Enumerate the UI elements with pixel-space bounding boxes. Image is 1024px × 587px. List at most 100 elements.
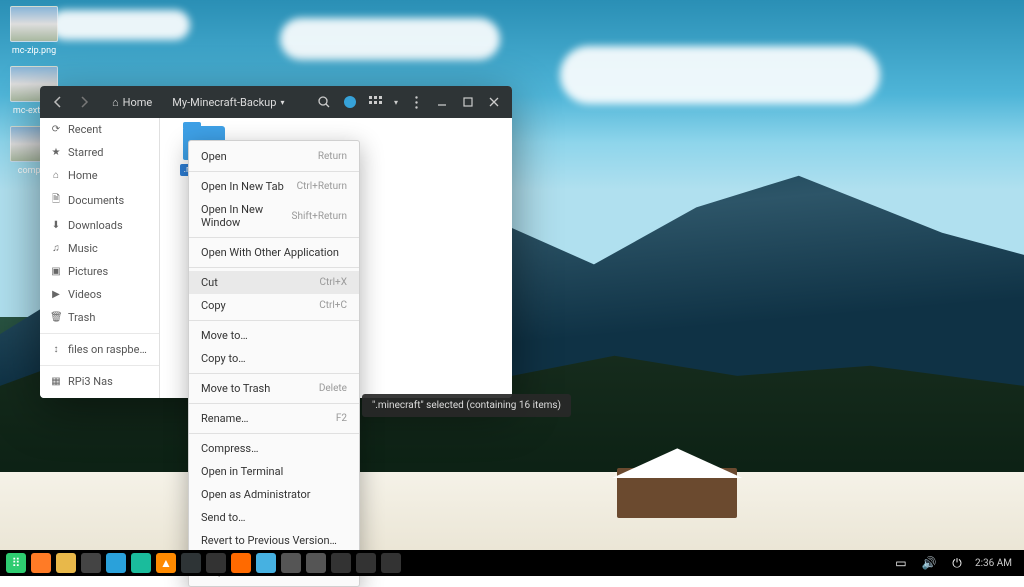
menu-separator: [189, 403, 359, 404]
taskbar-app-a[interactable]: [231, 553, 251, 573]
menu-item-label: Open In New Window: [201, 203, 292, 229]
chevron-down-icon: ▾: [280, 98, 284, 107]
menu-item-move-to[interactable]: Move to…: [189, 324, 359, 347]
sidebar-item-icon: ⌂: [50, 170, 62, 181]
menu-item-send-to[interactable]: Send to…: [189, 506, 359, 529]
menu-item-compress[interactable]: Compress…: [189, 437, 359, 460]
power-icon[interactable]: ⏻: [947, 553, 967, 573]
sidebar-item-label: files on raspbe…: [68, 343, 147, 356]
sidebar-item-music[interactable]: ♫ Music: [40, 237, 159, 260]
menu-item-accelerator: F2: [336, 413, 347, 424]
menu-item-label: Copy: [201, 299, 226, 312]
sidebar-item-videos[interactable]: ▶ Videos: [40, 283, 159, 306]
menu-item-open-in-new-window[interactable]: Open In New WindowShift+Return: [189, 198, 359, 234]
menu-item-move-to-trash[interactable]: Move to TrashDelete: [189, 377, 359, 400]
taskbar-start-menu[interactable]: ⠿: [6, 553, 26, 573]
sidebar-item-icon: ★: [50, 147, 62, 158]
menu-item-label: Revert to Previous Version…: [201, 534, 337, 547]
hamburger-menu-button[interactable]: [404, 90, 428, 114]
taskbar-steam[interactable]: [206, 553, 226, 573]
breadcrumb: ⌂ Home My-Minecraft-Backup ▾: [98, 93, 298, 112]
taskbar-app-e[interactable]: [331, 553, 351, 573]
breadcrumb-home[interactable]: ⌂ Home: [104, 93, 160, 112]
sidebar-item-label: Videos: [68, 288, 102, 301]
account-dot-icon: [344, 96, 356, 108]
close-button[interactable]: [482, 90, 506, 114]
sidebar-item-icon: ▶: [50, 289, 62, 300]
view-toggle-button[interactable]: [364, 90, 388, 114]
menu-separator: [189, 267, 359, 268]
sidebar-item-starred[interactable]: ★Starred: [40, 141, 159, 164]
menu-item-accelerator: Delete: [319, 383, 347, 394]
taskbar-app-f[interactable]: [356, 553, 376, 573]
menu-separator: [189, 171, 359, 172]
account-indicator[interactable]: [338, 90, 362, 114]
menu-item-label: Open: [201, 150, 227, 163]
menu-item-rename[interactable]: Rename…F2: [189, 407, 359, 430]
sidebar-item-files-on-raspbe-[interactable]: ↕ files on raspbe…: [40, 338, 159, 361]
taskbar-telegram[interactable]: [106, 553, 126, 573]
menu-item-label: Copy to…: [201, 352, 246, 365]
selection-toast: ".minecraft" selected (containing 16 ite…: [362, 394, 571, 417]
view-dropdown-button[interactable]: ▾: [390, 90, 402, 114]
taskbar-app-d[interactable]: [306, 553, 326, 573]
sidebar-separator: [40, 333, 159, 334]
taskbar-firefox[interactable]: [31, 553, 51, 573]
show-desktop-icon[interactable]: ▭: [891, 553, 911, 573]
menu-item-revert-to-previous-version[interactable]: Revert to Previous Version…: [189, 529, 359, 552]
sidebar-item-icon: ⟳: [50, 124, 62, 135]
menu-item-open-as-administrator[interactable]: Open as Administrator: [189, 483, 359, 506]
file-manager-header: ⌂ Home My-Minecraft-Backup ▾ ▾: [40, 86, 512, 118]
sidebar-item-trash[interactable]: 🗑Trash: [40, 306, 159, 329]
breadcrumb-folder[interactable]: My-Minecraft-Backup ▾: [164, 93, 292, 112]
sidebar-item-rpi3-nas[interactable]: ▦RPi3 Nas: [40, 370, 159, 393]
taskbar-files-app[interactable]: [181, 553, 201, 573]
menu-item-open-in-new-tab[interactable]: Open In New TabCtrl+Return: [189, 175, 359, 198]
sidebar-item-pictures[interactable]: ▣Pictures: [40, 260, 159, 283]
taskbar-vlc[interactable]: ▲: [156, 553, 176, 573]
sidebar-item-icon: 🗑: [50, 312, 62, 323]
clock[interactable]: 2:36 AM: [975, 558, 1012, 569]
taskbar-app-c[interactable]: [281, 553, 301, 573]
menu-item-label: Compress…: [201, 442, 258, 455]
image-thumbnail-icon: [10, 6, 58, 42]
sidebar-item-label: Downloads: [68, 219, 123, 232]
taskbar-terminal[interactable]: [81, 553, 101, 573]
sidebar-item-icon: ↕: [50, 344, 62, 355]
menu-item-label: Send to…: [201, 511, 246, 524]
menu-item-accelerator: Ctrl+Return: [297, 181, 347, 192]
taskbar-chat[interactable]: [131, 553, 151, 573]
file-manager-sidebar: ⟳Recent★Starred⌂Home🗎Documents⬇Downloads…: [40, 118, 160, 398]
menu-item-open[interactable]: OpenReturn: [189, 145, 359, 168]
menu-item-label: Move to…: [201, 329, 248, 342]
search-button[interactable]: [312, 90, 336, 114]
sidebar-item-downloads[interactable]: ⬇Downloads: [40, 214, 159, 237]
sidebar-item-label: Pictures: [68, 265, 108, 278]
menu-item-open-in-terminal[interactable]: Open in Terminal: [189, 460, 359, 483]
menu-item-open-with-other-application[interactable]: Open With Other Application: [189, 241, 359, 264]
sidebar-item-recent[interactable]: ⟳Recent: [40, 118, 159, 141]
breadcrumb-home-label: Home: [123, 96, 153, 109]
desktop-icon-label: mc-zip.png: [6, 46, 62, 56]
menu-item-copy-to[interactable]: Copy to…: [189, 347, 359, 370]
minimize-button[interactable]: [430, 90, 454, 114]
menu-item-cut[interactable]: CutCtrl+X: [189, 271, 359, 294]
sidebar-item-home[interactable]: ⌂Home: [40, 164, 159, 187]
menu-item-label: Open With Other Application: [201, 246, 339, 259]
menu-separator: [189, 373, 359, 374]
sidebar-item-icon: 🗎: [50, 192, 62, 209]
sidebar-item-dropbox[interactable]: ▣Dropbox: [40, 393, 159, 398]
menu-item-copy[interactable]: CopyCtrl+C: [189, 294, 359, 317]
desktop-icon-mc-zip[interactable]: mc-zip.png: [6, 6, 62, 56]
taskbar-app-g[interactable]: [381, 553, 401, 573]
sidebar-item-icon: ▦: [50, 376, 62, 387]
forward-button[interactable]: [72, 90, 96, 114]
maximize-button[interactable]: [456, 90, 480, 114]
back-button[interactable]: [46, 90, 70, 114]
taskbar-app-b[interactable]: [256, 553, 276, 573]
sidebar-item-label: Music: [68, 242, 98, 255]
volume-icon[interactable]: 🔊: [919, 553, 939, 573]
sidebar-item-icon: ♫: [50, 243, 62, 254]
taskbar-file-manager[interactable]: [56, 553, 76, 573]
sidebar-item-documents[interactable]: 🗎Documents: [40, 187, 159, 214]
